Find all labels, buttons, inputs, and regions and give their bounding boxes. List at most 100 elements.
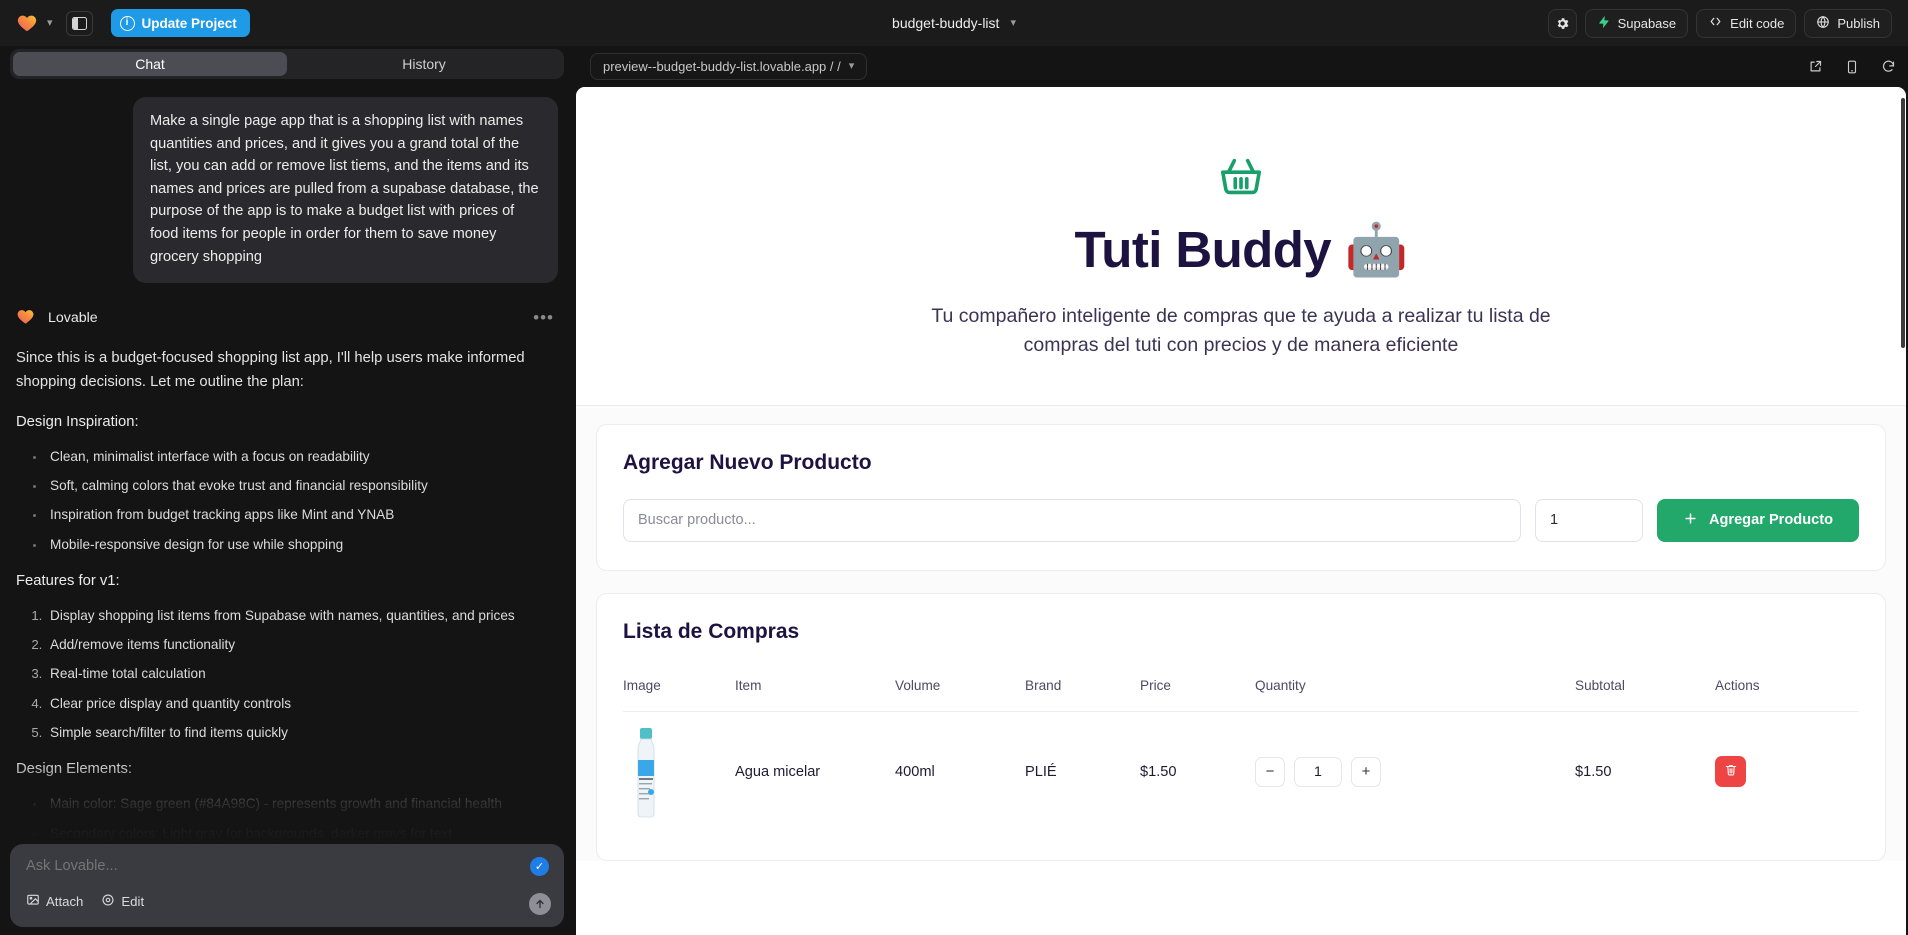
app-page: Agregar Nuevo Producto Agregar Producto … bbox=[576, 405, 1906, 861]
column-subtotal: Subtotal bbox=[1575, 667, 1715, 712]
add-product-button[interactable]: Agregar Producto bbox=[1656, 498, 1859, 542]
plus-icon bbox=[1683, 511, 1698, 530]
composer-actions: Attach Edit bbox=[26, 893, 550, 910]
preview-panel: preview--budget-buddy-list.lovable.app /… bbox=[574, 46, 1908, 935]
user-message: Make a single page app that is a shoppin… bbox=[133, 97, 558, 284]
delete-row-button[interactable] bbox=[1715, 756, 1746, 787]
column-item: Item bbox=[735, 667, 895, 712]
column-image: Image bbox=[623, 667, 735, 712]
mobile-device-icon[interactable] bbox=[1845, 59, 1859, 75]
edit-code-button[interactable]: Edit code bbox=[1696, 8, 1797, 38]
edit-button[interactable]: Edit bbox=[101, 893, 144, 910]
chat-scroll-area[interactable]: Make a single page app that is a shoppin… bbox=[0, 86, 574, 935]
add-product-label: Agregar Producto bbox=[1708, 512, 1833, 528]
list-item: Inspiration from budget tracking apps li… bbox=[46, 505, 558, 524]
list-item: Add/remove items functionality bbox=[46, 635, 558, 654]
cell-subtotal: $1.50 bbox=[1575, 763, 1612, 780]
supabase-bolt-icon bbox=[1597, 15, 1611, 32]
info-icon: i bbox=[119, 15, 135, 31]
table-header: Image Item Volume Brand Price Quantity S… bbox=[623, 667, 1859, 712]
publish-button[interactable]: Publish bbox=[1804, 8, 1892, 38]
trash-icon bbox=[1724, 763, 1738, 780]
minus-icon[interactable]: − bbox=[1255, 756, 1285, 787]
list-item: Simple search/filter to find items quick… bbox=[46, 723, 558, 742]
image-attach-icon bbox=[26, 893, 40, 910]
assistant-name: Lovable bbox=[48, 310, 98, 327]
column-brand: Brand bbox=[1025, 667, 1140, 712]
lovable-heart-icon[interactable] bbox=[16, 12, 38, 34]
project-chevron-down-icon[interactable]: ▾ bbox=[1010, 17, 1016, 29]
update-project-label: Update Project bbox=[141, 15, 237, 31]
globe-icon bbox=[1816, 15, 1830, 32]
workspace-chevron-down-icon[interactable]: ▾ bbox=[47, 17, 53, 29]
update-project-button[interactable]: i Update Project bbox=[110, 9, 250, 37]
list-item: Main color: Sage green (#84A98C) - repre… bbox=[46, 794, 558, 813]
preview-url-field[interactable]: preview--budget-buddy-list.lovable.app /… bbox=[590, 53, 868, 80]
column-volume: Volume bbox=[895, 667, 1025, 712]
gear-icon[interactable] bbox=[1547, 8, 1577, 38]
preview-scrollbar[interactable] bbox=[1901, 98, 1905, 348]
supabase-label: Supabase bbox=[1617, 15, 1677, 31]
shopping-list-heading: Lista de Compras bbox=[623, 619, 800, 643]
assistant-message: Lovable ••• Since this is a budget-focus… bbox=[16, 307, 558, 872]
preview-toolbar-icons bbox=[1808, 59, 1896, 75]
preview-url-bar: preview--budget-buddy-list.lovable.app /… bbox=[574, 46, 1908, 87]
design-inspiration-list: Clean, minimalist interface with a focus… bbox=[16, 447, 558, 554]
chat-composer: ✓ Attach Edit bbox=[10, 844, 564, 927]
cell-brand: PLIÉ bbox=[1025, 763, 1057, 780]
table-body: Agua micelar 400ml PLIÉ $1.50 − 1 + $1.5… bbox=[623, 711, 1859, 832]
shopping-list-table: Image Item Volume Brand Price Quantity S… bbox=[623, 667, 1859, 832]
shopping-list-card: Lista de Compras Image Item Volume Brand… bbox=[596, 592, 1886, 861]
list-item: Clean, minimalist interface with a focus… bbox=[46, 447, 558, 466]
attach-button[interactable]: Attach bbox=[26, 893, 83, 910]
add-product-heading: Agregar Nuevo Producto bbox=[623, 450, 872, 474]
attach-label: Attach bbox=[46, 894, 84, 909]
refresh-icon[interactable] bbox=[1881, 59, 1896, 74]
tab-history[interactable]: History bbox=[287, 52, 561, 76]
chat-tabs: Chat History bbox=[10, 49, 564, 79]
app-title: Tuti Buddy 🤖 bbox=[1074, 221, 1409, 278]
assistant-header: Lovable ••• bbox=[16, 307, 558, 329]
table-header-row: Image Item Volume Brand Price Quantity S… bbox=[623, 667, 1859, 712]
external-link-icon[interactable] bbox=[1808, 59, 1823, 74]
preview-url-text: preview--budget-buddy-list.lovable.app /… bbox=[603, 59, 841, 74]
cell-actions bbox=[1715, 711, 1859, 832]
send-button[interactable] bbox=[529, 893, 551, 915]
target-edit-icon bbox=[101, 893, 115, 910]
quantity-value[interactable]: 1 bbox=[1294, 756, 1342, 787]
check-icon[interactable]: ✓ bbox=[530, 857, 549, 876]
list-item: Mobile-responsive design for use while s… bbox=[46, 535, 558, 554]
chevron-down-icon[interactable]: ▾ bbox=[849, 61, 855, 72]
design-elements-heading: Design Elements: bbox=[16, 761, 132, 778]
tab-chat[interactable]: Chat bbox=[13, 52, 287, 76]
app-subtitle: Tu compañero inteligente de compras que … bbox=[931, 305, 1551, 357]
top-bar-left: ▾ i Update Project bbox=[0, 9, 250, 37]
features-list: Display shopping list items from Supabas… bbox=[16, 606, 558, 742]
list-item: Clear price display and quantity control… bbox=[46, 694, 558, 713]
add-product-row: Agregar Producto bbox=[623, 498, 1859, 542]
column-quantity: Quantity bbox=[1255, 667, 1575, 712]
edit-code-label: Edit code bbox=[1730, 15, 1785, 31]
list-item: Real-time total calculation bbox=[46, 664, 558, 683]
chat-panel: Chat History Make a single page app that… bbox=[0, 46, 574, 935]
app-viewport: Tuti Buddy 🤖 Tu compañero inteligente de… bbox=[576, 87, 1906, 935]
table-row: Agua micelar 400ml PLIÉ $1.50 − 1 + $1.5… bbox=[623, 711, 1859, 832]
edit-label: Edit bbox=[121, 894, 145, 909]
sidebar-panel-icon[interactable] bbox=[65, 10, 93, 36]
code-brackets-icon bbox=[1708, 15, 1723, 31]
supabase-button[interactable]: Supabase bbox=[1584, 8, 1689, 38]
cell-price: $1.50 bbox=[1140, 763, 1177, 780]
plus-icon[interactable]: + bbox=[1351, 756, 1381, 787]
top-bar-actions: Supabase Edit code Publish bbox=[1547, 8, 1908, 38]
quantity-stepper: − 1 + bbox=[1255, 756, 1575, 787]
add-product-card: Agregar Nuevo Producto Agregar Producto bbox=[596, 423, 1886, 571]
search-input[interactable] bbox=[623, 498, 1521, 542]
quantity-input[interactable] bbox=[1534, 498, 1643, 542]
column-price: Price bbox=[1140, 667, 1255, 712]
features-heading: Features for v1: bbox=[16, 572, 120, 589]
publish-label: Publish bbox=[1837, 15, 1880, 31]
top-bar: ▾ i Update Project budget-buddy-list ▾ S… bbox=[0, 0, 1908, 46]
chat-input[interactable] bbox=[26, 858, 406, 874]
ellipsis-icon[interactable]: ••• bbox=[533, 309, 558, 326]
lovable-heart-icon bbox=[16, 307, 38, 329]
